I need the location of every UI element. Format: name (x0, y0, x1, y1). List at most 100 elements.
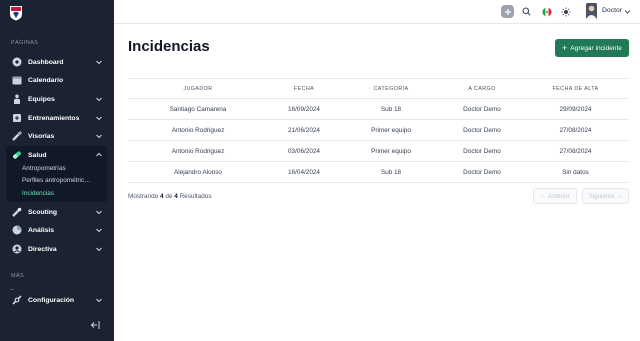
sidebar-item-configuracion[interactable]: Configuración (6, 292, 107, 308)
scouting-visits-icon (11, 131, 22, 142)
table-header-row: JUGADOR FECHA CATEGORÍA A CARGO FECHA DE… (128, 78, 629, 99)
page-title: Incidencias (128, 38, 210, 55)
chevron-down-icon (96, 210, 102, 215)
sidebar-item-visorias[interactable]: Visorías (6, 128, 107, 144)
summary-total: 4 (174, 193, 178, 200)
submenu-item-antropometrias[interactable]: Antropometrías (22, 165, 66, 172)
calendar-icon (11, 75, 22, 86)
chevron-down-icon (96, 298, 102, 303)
cell-jugador: Antonio Rodriguez (128, 119, 268, 141)
table-row[interactable]: Santiago Camarena 16/09/2024 Sub 18 Doct… (128, 98, 629, 120)
sidebar-item-label: Visorías (28, 132, 55, 140)
team-icon (11, 94, 22, 105)
health-icon (11, 150, 22, 161)
cell-fecha-alta: Sin datos (522, 161, 629, 183)
chevron-down-icon (96, 116, 102, 121)
chevron-down-icon[interactable] (624, 8, 631, 15)
summary-suffix: Resultados (179, 193, 212, 200)
column-header-a-cargo[interactable]: A CARGO (442, 78, 522, 99)
collapse-sidebar-icon[interactable] (90, 320, 101, 330)
sidebar-item-label: Configuración (28, 296, 75, 304)
search-icon (522, 7, 531, 16)
sidebar-item-analisis[interactable]: Análisis (6, 222, 107, 238)
cell-fecha: 21/06/2024 (268, 119, 340, 141)
submenu-item-incidencias[interactable]: Incidencias (22, 190, 54, 197)
cell-categoria: Sub 18 (340, 161, 442, 183)
chevron-up-icon (96, 152, 102, 157)
top-bar: Doctor (114, 0, 640, 24)
quick-add-button[interactable] (501, 5, 514, 18)
sidebar-item-dashboard[interactable]: Dashboard (6, 54, 107, 70)
cell-a-cargo: Doctor Demo (442, 161, 522, 183)
board-icon (11, 244, 22, 255)
cell-fecha-alta: 27/08/2024 (522, 140, 629, 162)
cell-jugador: Antonio Rodriguez (128, 140, 268, 162)
language-button[interactable] (540, 5, 553, 18)
add-incident-button[interactable]: + Agregar incidente (555, 39, 629, 57)
cell-a-cargo: Doctor Demo (442, 119, 522, 141)
chevron-down-icon (96, 60, 102, 65)
sun-icon (561, 7, 570, 16)
theme-toggle-button[interactable] (559, 5, 572, 18)
sidebar-item-scouting[interactable]: Scouting (6, 204, 107, 220)
chevron-down-icon (96, 134, 102, 139)
cell-fecha: 16/09/2024 (268, 98, 340, 120)
sidebar: PÁGINAS Dashboard Calendario Equipos Ent… (0, 0, 114, 341)
training-icon (11, 113, 22, 124)
sidebar-divider (10, 289, 14, 290)
summary-prefix: Mostrando (128, 193, 159, 200)
column-header-fecha[interactable]: FECHA (268, 78, 340, 99)
summary-from: 4 (159, 193, 164, 200)
results-summary: Mostrando 4 de 4 Resultados (128, 193, 212, 200)
analysis-icon (11, 225, 22, 236)
plus-icon (504, 8, 511, 15)
table-row[interactable]: Alejandro Alonso 16/04/2024 Sub 18 Docto… (128, 161, 629, 183)
sidebar-item-label: Equipos (28, 95, 55, 103)
section-label-more: MÁS (11, 273, 25, 279)
mexico-flag-icon (542, 7, 551, 16)
settings-icon (11, 295, 22, 306)
next-page-button[interactable]: Siguiente → (582, 188, 629, 204)
sidebar-item-label: Entrenamientos (28, 114, 80, 122)
cell-fecha: 03/06/2024 (268, 140, 340, 162)
table-row[interactable]: Antonio Rodriguez 03/06/2024 Primer equi… (128, 140, 629, 162)
incidents-table: JUGADOR FECHA CATEGORÍA A CARGO FECHA DE… (128, 78, 629, 183)
cell-jugador: Alejandro Alonso (128, 161, 268, 183)
sidebar-item-directiva[interactable]: Directiva (6, 241, 107, 257)
sidebar-item-equipos[interactable]: Equipos (6, 91, 107, 107)
cell-a-cargo: Doctor Demo (442, 140, 522, 162)
dashboard-icon (11, 57, 22, 68)
cell-fecha-alta: 29/09/2024 (522, 98, 629, 120)
sidebar-item-salud[interactable]: Salud (6, 147, 107, 163)
previous-page-button[interactable]: ← Anterior (533, 188, 577, 204)
section-label-pages: PÁGINAS (11, 40, 39, 46)
chevron-down-icon (96, 228, 102, 233)
cell-categoria: Primer equipo (340, 119, 442, 141)
chevron-down-icon (96, 247, 102, 252)
column-header-categoria[interactable]: CATEGORÍA (340, 78, 442, 99)
chevron-down-icon (96, 97, 102, 102)
cell-fecha-alta: 27/08/2024 (522, 119, 629, 141)
column-header-jugador[interactable]: JUGADOR (128, 78, 268, 99)
plus-icon: + (562, 42, 568, 53)
summary-of: de (165, 193, 173, 200)
avatar[interactable] (586, 3, 597, 19)
scouting-icon (11, 207, 22, 218)
sidebar-item-entrenamientos[interactable]: Entrenamientos (6, 110, 107, 126)
sidebar-item-label: Salud (28, 151, 47, 159)
cell-a-cargo: Doctor Demo (442, 98, 522, 120)
sidebar-item-label: Directiva (28, 245, 57, 253)
add-incident-label: Agregar incidente (570, 44, 622, 52)
user-menu-name[interactable]: Doctor (602, 7, 622, 14)
submenu-item-perfiles[interactable]: Perfiles antropométric… (22, 177, 91, 184)
sidebar-item-label: Scouting (28, 208, 58, 216)
cell-categoria: Sub 18 (340, 98, 442, 120)
cell-jugador: Santiago Camarena (128, 98, 268, 120)
sidebar-item-calendario[interactable]: Calendario (6, 72, 107, 88)
club-logo[interactable] (9, 5, 23, 21)
search-button[interactable] (520, 5, 533, 18)
cell-categoria: Primer equipo (340, 140, 442, 162)
table-row[interactable]: Antonio Rodriguez 21/06/2024 Primer equi… (128, 119, 629, 141)
cell-fecha: 16/04/2024 (268, 161, 340, 183)
column-header-fecha-alta[interactable]: FECHA DE ALTA (522, 78, 629, 99)
